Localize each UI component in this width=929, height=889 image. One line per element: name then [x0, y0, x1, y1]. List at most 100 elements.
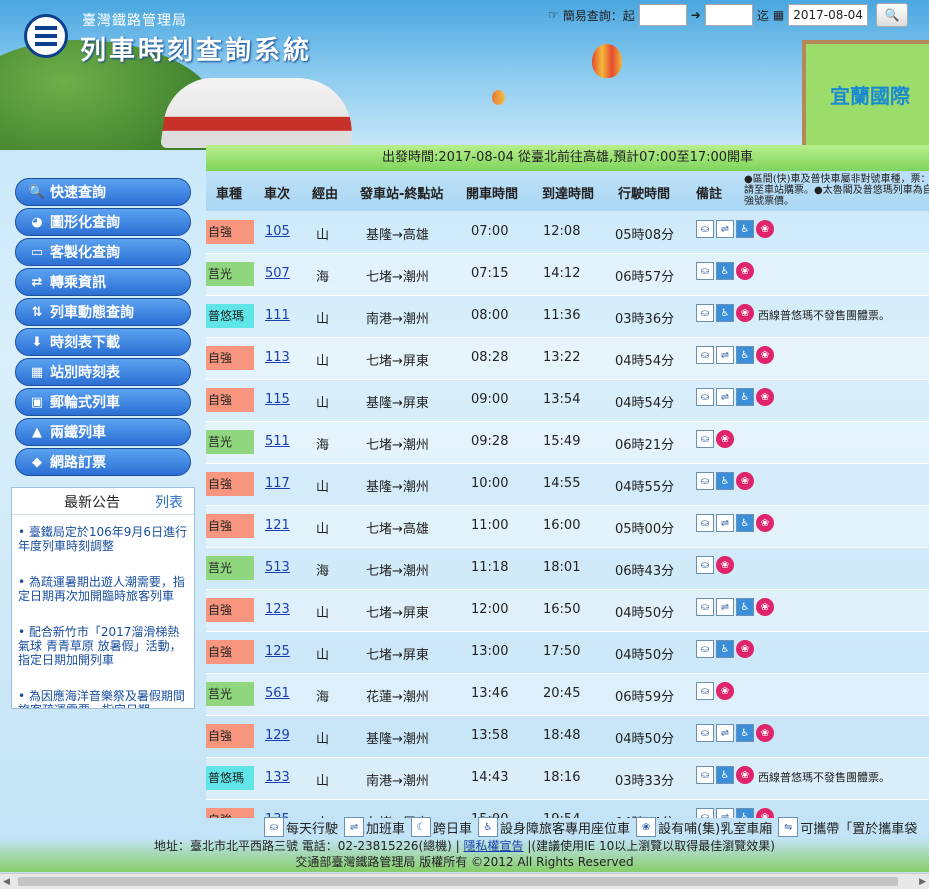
- train-type-badge: 莒光: [206, 556, 254, 580]
- menu-item-1[interactable]: ◕ 圖形化查詢: [15, 208, 191, 236]
- daily-train-icon: ⛀: [696, 430, 714, 448]
- daily-train-icon: ⛀: [696, 514, 714, 532]
- menu-item-icon: ▭: [30, 244, 44, 260]
- bike-icon: ⇌: [344, 817, 365, 837]
- horizontal-scrollbar[interactable]: ◀ ▶: [0, 873, 929, 889]
- table-row: 普悠瑪 111 山 南港→潮州 08:00 11:36 03時36分 ⛀ ♿ ❀ 西線普悠瑪不發售團…: [206, 295, 929, 338]
- footer-copyright: 交通部臺灣鐵路管理局 版權所有 ©2012 All Rights Reserve…: [295, 855, 634, 869]
- to-station-input[interactable]: [704, 4, 753, 26]
- date-input[interactable]: 2017-08-04: [788, 4, 869, 26]
- col-arr[interactable]: 到達時間: [542, 183, 594, 202]
- menu-item-4[interactable]: ⇅ 列車動態查詢: [15, 298, 191, 326]
- table-row: 自強 123 山 七堵→屏東 12:00 16:50 04時50分 ⛀ ⇌ ♿ ❀: [206, 589, 929, 632]
- route-cell: 七堵→潮州: [366, 438, 429, 453]
- duration-cell: 05時08分: [615, 228, 675, 243]
- from-station-input[interactable]: [638, 4, 687, 26]
- train-no-link[interactable]: 121: [265, 518, 290, 533]
- col-dep[interactable]: 開車時間: [466, 183, 518, 202]
- menu-item-0[interactable]: 🔍 快速查詢: [15, 178, 191, 206]
- arr-time-cell: 13:22: [543, 350, 581, 365]
- arr-time-cell: 14:12: [543, 266, 581, 281]
- table-row: 莒光 511 海 七堵→潮州 09:28 15:49 06時21分 ⛀ ❀: [206, 421, 929, 464]
- privacy-link[interactable]: 隱私權宣告: [464, 839, 524, 853]
- train-no-link[interactable]: 111: [265, 308, 290, 323]
- news-item[interactable]: • 配合新竹市「2017溜滑梯熱氣球 青青草原 放暑假」活動，指定日期加開列車: [12, 625, 194, 667]
- promo-banner[interactable]: 宜蘭國際: [802, 40, 929, 150]
- news-item[interactable]: • 臺鐵局定於106年9月6日進行年度列車時刻調整: [12, 525, 194, 553]
- arr-time-cell: 17:50: [543, 644, 581, 659]
- menu-item-6[interactable]: ▦ 站別時刻表: [15, 358, 191, 386]
- train-no-link[interactable]: 105: [265, 224, 290, 239]
- news-item[interactable]: • 為因應海洋音樂祭及暑假期間旅客疏運需要，指定日期: [12, 689, 194, 708]
- calendar-icon[interactable]: ▦: [773, 8, 784, 22]
- menu-item-label: 客製化查詢: [50, 245, 120, 261]
- arr-time-cell: 18:16: [543, 770, 581, 785]
- route-cell: 基隆→潮州: [366, 732, 429, 747]
- news-header: 最新公告 列表: [12, 488, 194, 515]
- system-title[interactable]: 列車時刻查詢系統: [80, 30, 312, 67]
- train-type-badge: 莒光: [206, 682, 254, 706]
- train-no-link[interactable]: 123: [265, 602, 290, 617]
- dep-time-cell: 07:15: [471, 266, 509, 281]
- scroll-thumb[interactable]: [18, 877, 898, 886]
- breastfeeding-icon: ❀: [716, 556, 734, 574]
- train-no-link[interactable]: 133: [265, 770, 290, 785]
- menu-item-3[interactable]: ⇄ 轉乘資訊: [15, 268, 191, 296]
- train-no-link[interactable]: 561: [265, 686, 290, 701]
- news-item[interactable]: • 為疏運暑期出遊人潮需要，指定日期再次加開臨時旅客列車: [12, 575, 194, 603]
- daily-train-icon: ⛀: [696, 472, 714, 490]
- remark-icons: ⛀ ❀: [696, 682, 734, 700]
- train-type-badge: 普悠瑪: [206, 766, 254, 790]
- menu-item-icon: ▦: [30, 364, 44, 380]
- duration-cell: 04時54分: [615, 354, 675, 369]
- menu-item-7[interactable]: ▣ 郵輪式列車: [15, 388, 191, 416]
- col-type[interactable]: 車種: [216, 183, 242, 202]
- col-dur[interactable]: 行駛時間: [618, 183, 670, 202]
- arr-time-cell: 14:55: [543, 476, 581, 491]
- news-panel: 最新公告 列表 • 臺鐵局定於106年9月6日進行年度列車時刻調整 • 為疏運暑期…: [11, 487, 195, 709]
- org-name: 臺灣鐵路管理局: [82, 13, 187, 29]
- dep-time-cell: 09:28: [471, 434, 509, 449]
- table-row: 莒光 561 海 花蓮→潮州 13:46 20:45 06時59分 ⛀ ❀: [206, 673, 929, 716]
- route-cell: 七堵→屏東: [366, 648, 429, 663]
- balloon-small-icon: [492, 90, 505, 105]
- train-no-link[interactable]: 513: [265, 560, 290, 575]
- via-cell: 山: [316, 648, 330, 663]
- duration-cell: 04時54分: [615, 396, 675, 411]
- breastfeeding-icon: ❀: [736, 304, 754, 322]
- via-cell: 海: [316, 564, 330, 579]
- scroll-left-icon[interactable]: ◀: [3, 877, 10, 887]
- tra-logo-icon[interactable]: [24, 14, 68, 58]
- train-no-link[interactable]: 113: [265, 350, 290, 365]
- table-row: 自強 105 山 基隆→高雄 07:00 12:08 05時08分 ⛀ ⇌ ♿ ❀: [206, 211, 929, 254]
- via-cell: 山: [316, 774, 330, 789]
- train-no-link[interactable]: 117: [265, 476, 290, 491]
- footer-address: 地址：臺北市北平西路三號 電話：02-23815226(總機) |: [153, 839, 460, 853]
- train-no-link[interactable]: 129: [265, 728, 290, 743]
- via-cell: 海: [316, 690, 330, 705]
- dep-time-cell: 11:00: [471, 518, 509, 533]
- remark-icons: ⛀ ⇌ ♿ ❀: [696, 220, 774, 238]
- train-no-link[interactable]: 125: [265, 644, 290, 659]
- col-train-no[interactable]: 車次: [264, 183, 290, 202]
- remark-icons: ⛀ ⇌ ♿ ❀: [696, 346, 774, 364]
- menu-item-8[interactable]: ▲ 兩鐵列車: [15, 418, 191, 446]
- search-button[interactable]: 🔍: [876, 3, 909, 27]
- scroll-right-icon[interactable]: ▶: [919, 877, 926, 887]
- menu-item-9[interactable]: ◆ 網路訂票: [15, 448, 191, 476]
- train-no-link[interactable]: 507: [265, 266, 290, 281]
- train-no-link[interactable]: 115: [265, 392, 290, 407]
- train-no-link[interactable]: 511: [265, 434, 290, 449]
- menu-item-5[interactable]: ⬇ 時刻表下載: [15, 328, 191, 356]
- menu-item-2[interactable]: ▭ 客製化查詢: [15, 238, 191, 266]
- daily-train-icon: ⛀: [264, 817, 284, 837]
- arr-time-cell: 15:49: [543, 434, 581, 449]
- via-cell: 海: [316, 270, 330, 285]
- train-type-badge: 自強: [206, 808, 254, 818]
- train-type-badge: 自強: [206, 220, 254, 244]
- news-more-link[interactable]: 列表: [155, 492, 183, 512]
- dep-time-cell: 12:00: [471, 602, 509, 617]
- via-cell: 山: [316, 312, 330, 327]
- via-cell: 山: [316, 732, 330, 747]
- arrow-right-icon: ➜: [690, 8, 701, 22]
